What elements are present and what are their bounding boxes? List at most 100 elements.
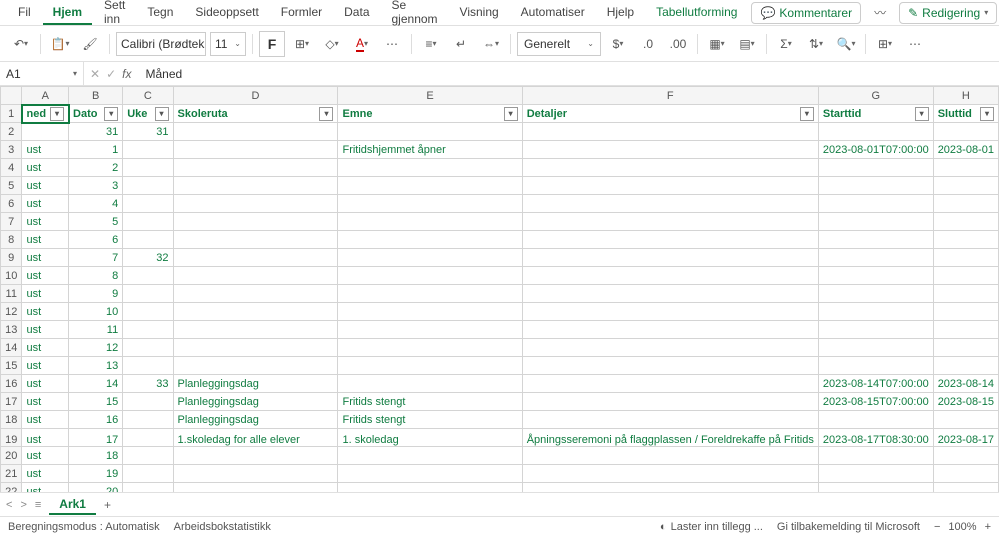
cell[interactable]: [818, 321, 933, 339]
cell[interactable]: ust: [22, 141, 69, 159]
cell[interactable]: [338, 285, 522, 303]
cell[interactable]: [123, 447, 173, 465]
table-header-cell[interactable]: Uke▾: [123, 105, 173, 123]
cell[interactable]: 19: [69, 465, 123, 483]
table-header-cell[interactable]: Dato▾: [69, 105, 123, 123]
comments-button[interactable]: 💬 Kommentarer: [751, 2, 861, 24]
sheet-next-button[interactable]: >: [20, 499, 26, 511]
cell[interactable]: [338, 339, 522, 357]
cell[interactable]: [818, 123, 933, 141]
ribbon-tab-hjem[interactable]: Hjem: [43, 1, 92, 25]
cell[interactable]: [173, 285, 338, 303]
cell[interactable]: 4: [69, 195, 123, 213]
fx-icon[interactable]: fx: [122, 67, 131, 81]
cell[interactable]: [818, 213, 933, 231]
cell[interactable]: [173, 447, 338, 465]
ribbon-tab-tabellutforming[interactable]: Tabellutforming: [646, 1, 747, 25]
ribbon-tab-fil[interactable]: Fil: [8, 1, 41, 25]
cell[interactable]: [933, 339, 998, 357]
cell[interactable]: ust: [22, 213, 69, 231]
cell[interactable]: [123, 285, 173, 303]
cell[interactable]: [338, 483, 522, 493]
row-header[interactable]: 7: [1, 213, 22, 231]
cell[interactable]: [818, 447, 933, 465]
row-header[interactable]: 19: [1, 429, 22, 447]
cell[interactable]: [123, 339, 173, 357]
cell[interactable]: [522, 267, 818, 285]
cell[interactable]: [338, 123, 522, 141]
number-format-select[interactable]: Generelt⌄: [517, 32, 601, 56]
cell[interactable]: [123, 321, 173, 339]
column-header[interactable]: G: [818, 87, 933, 105]
cell[interactable]: 33: [123, 375, 173, 393]
spreadsheet-grid[interactable]: ABCDEFGH 1 ned▾Dato▾Uke▾Skoleruta▾Emne▾D…: [0, 86, 999, 492]
cell[interactable]: [522, 393, 818, 411]
ribbon-tab-hjelp[interactable]: Hjelp: [597, 1, 644, 25]
cell[interactable]: [818, 483, 933, 493]
cell[interactable]: 1: [69, 141, 123, 159]
column-header[interactable]: B: [69, 87, 123, 105]
cell[interactable]: [522, 465, 818, 483]
column-header[interactable]: F: [522, 87, 818, 105]
undo-button[interactable]: ↶▾: [8, 31, 34, 57]
cell[interactable]: [173, 123, 338, 141]
cell[interactable]: 8: [69, 267, 123, 285]
cell[interactable]: [173, 483, 338, 493]
cell[interactable]: 1. skoledag: [338, 429, 522, 447]
cell[interactable]: [123, 177, 173, 195]
ribbon-tab-formler[interactable]: Formler: [271, 1, 332, 25]
cell[interactable]: [933, 411, 998, 429]
align-button[interactable]: ≡▾: [418, 31, 444, 57]
filter-button[interactable]: ▾: [155, 107, 169, 121]
cell[interactable]: [123, 213, 173, 231]
cell[interactable]: 31: [69, 123, 123, 141]
cancel-formula-icon[interactable]: ✕: [90, 67, 100, 81]
bold-button[interactable]: F: [259, 31, 285, 57]
cell[interactable]: [818, 159, 933, 177]
row-header[interactable]: 11: [1, 285, 22, 303]
row-header[interactable]: 18: [1, 411, 22, 429]
row-header[interactable]: 12: [1, 303, 22, 321]
cell[interactable]: 7: [69, 249, 123, 267]
cell[interactable]: Fritids stengt: [338, 393, 522, 411]
workbook-stats-label[interactable]: Arbeidsbokstatistikk: [174, 521, 271, 533]
cell[interactable]: [123, 141, 173, 159]
cell[interactable]: [173, 303, 338, 321]
cell[interactable]: [522, 231, 818, 249]
cell[interactable]: [818, 357, 933, 375]
cell[interactable]: ust: [22, 159, 69, 177]
calc-mode-label[interactable]: Beregningsmodus : Automatisk: [8, 521, 160, 533]
cell[interactable]: [522, 411, 818, 429]
cell[interactable]: [933, 483, 998, 493]
ribbon-tab-sideoppsett[interactable]: Sideoppsett: [185, 1, 268, 25]
cell[interactable]: [173, 231, 338, 249]
zoom-in-button[interactable]: +: [985, 521, 991, 533]
cell[interactable]: [933, 321, 998, 339]
cell[interactable]: [522, 159, 818, 177]
currency-button[interactable]: $▾: [605, 31, 631, 57]
cell[interactable]: [522, 141, 818, 159]
cell[interactable]: [818, 249, 933, 267]
row-header[interactable]: 5: [1, 177, 22, 195]
cell[interactable]: [338, 249, 522, 267]
cell[interactable]: 2023-08-14: [933, 375, 998, 393]
cell[interactable]: 5: [69, 213, 123, 231]
table-header-cell[interactable]: ned▾: [22, 105, 69, 123]
row-header[interactable]: 10: [1, 267, 22, 285]
formula-bar[interactable]: Måned: [137, 67, 999, 81]
cell[interactable]: [173, 357, 338, 375]
cell[interactable]: [123, 231, 173, 249]
cell[interactable]: [933, 213, 998, 231]
addins-button[interactable]: ⊞▾: [872, 31, 898, 57]
borders-button[interactable]: ⊞▾: [289, 31, 315, 57]
merge-button[interactable]: ⇔▾: [478, 31, 504, 57]
sort-filter-button[interactable]: ⇅▾: [803, 31, 829, 57]
cell[interactable]: [173, 321, 338, 339]
cell[interactable]: [123, 195, 173, 213]
font-family-select[interactable]: Calibri (Brødtek...⌄: [116, 32, 206, 56]
sheet-list-button[interactable]: ≡: [35, 499, 41, 511]
cell[interactable]: 20: [69, 483, 123, 493]
cell[interactable]: [933, 447, 998, 465]
cell[interactable]: ust: [22, 429, 69, 447]
row-header[interactable]: 8: [1, 231, 22, 249]
